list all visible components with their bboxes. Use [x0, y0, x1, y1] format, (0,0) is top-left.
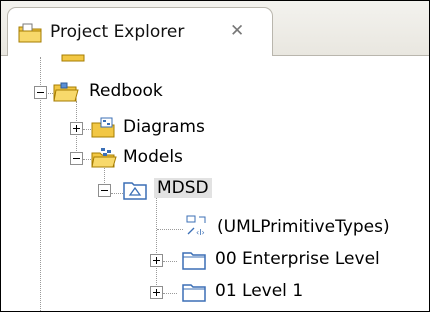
tree-item-label: MDSD — [154, 178, 212, 198]
model-library-icon: ‹I› — [185, 215, 211, 237]
tree-item-label: (UMLPrimitiveTypes) — [217, 217, 390, 237]
tree-item-label: Diagrams — [123, 117, 205, 137]
project-explorer-view: Project Explorer ✕ Redbook Diagrams Mode… — [0, 0, 430, 312]
model-icon — [123, 179, 149, 201]
expand-icon[interactable] — [150, 286, 163, 299]
tree-item-00-enterprise-level[interactable]: 00 Enterprise Level — [1, 247, 429, 273]
tree-item-01-level-1[interactable]: 01 Level 1 — [1, 279, 429, 305]
tree-item-diagrams[interactable]: Diagrams — [1, 115, 429, 141]
close-icon[interactable]: ✕ — [230, 21, 244, 41]
project-explorer-icon — [18, 22, 44, 44]
package-icon — [181, 249, 207, 271]
tree-item-label: 01 Level 1 — [215, 281, 304, 301]
tree-item-models[interactable]: Models — [1, 145, 429, 171]
project-folder-icon — [53, 81, 79, 103]
tree-item-redbook[interactable]: Redbook — [1, 79, 429, 105]
tab-project-explorer[interactable]: Project Explorer ✕ — [7, 7, 273, 56]
models-folder-icon — [91, 147, 117, 169]
tree-item-label: 00 Enterprise Level — [215, 249, 380, 269]
expand-icon[interactable] — [70, 122, 83, 135]
collapse-icon[interactable] — [70, 152, 83, 165]
package-icon — [181, 281, 207, 303]
tree-item-uml-primitive-types[interactable]: ‹I› (UMLPrimitiveTypes) — [1, 215, 429, 241]
tree-item-label: Models — [123, 147, 183, 167]
project-tree: Redbook Diagrams Models MDSD ‹I› (UMLPri… — [1, 54, 429, 311]
collapse-icon[interactable] — [34, 86, 47, 99]
expand-icon[interactable] — [150, 254, 163, 267]
tree-item-label: Redbook — [89, 81, 163, 101]
tree-item-mdsd[interactable]: MDSD — [1, 177, 429, 203]
diagrams-folder-icon — [91, 117, 117, 139]
tab-title: Project Explorer — [50, 22, 185, 42]
folder-icon — [61, 41, 87, 63]
collapse-icon[interactable] — [98, 184, 111, 197]
svg-text:‹I›: ‹I› — [196, 228, 205, 237]
